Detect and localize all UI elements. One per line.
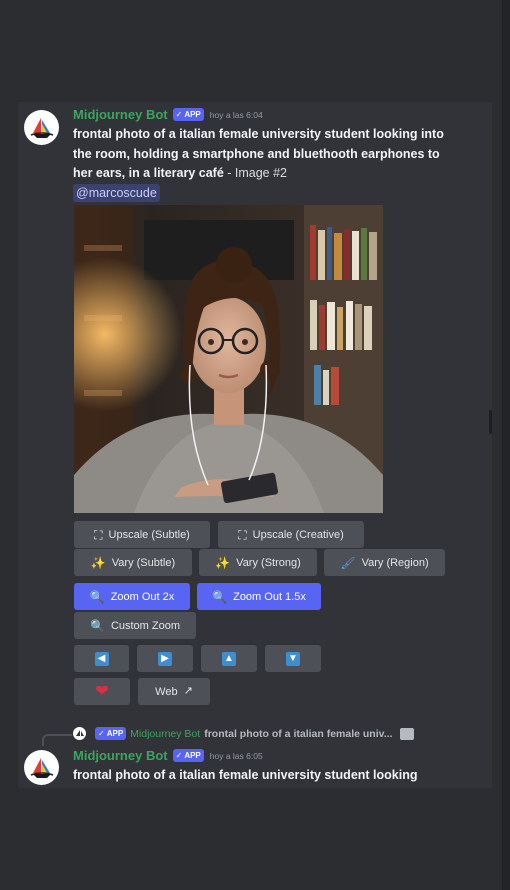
- upscale-subtle-button[interactable]: ⛶ Upscale (Subtle): [74, 521, 210, 548]
- arrow-left-icon: ◀: [94, 651, 109, 666]
- button-label: Upscale (Subtle): [108, 528, 190, 541]
- sailboat-icon: [30, 757, 53, 778]
- button-label: Zoom Out 2x: [110, 590, 175, 603]
- magic-wand-icon: ✨: [215, 555, 231, 570]
- button-label: Vary (Subtle): [111, 556, 176, 569]
- heart-icon: ❤: [95, 682, 109, 700]
- timestamp: hoy a las 6:05: [209, 750, 263, 761]
- magnifier-icon: 🔍: [89, 589, 105, 604]
- zoom-out-1-5x-button[interactable]: 🔍 Zoom Out 1.5x: [197, 583, 321, 610]
- external-link-icon: ↗: [183, 685, 193, 697]
- message-content: frontal photo of a italian female univer…: [73, 766, 453, 786]
- window-edge: [502, 0, 510, 890]
- message-header: Midjourney Bot ✓ APP hoy a las 6:04: [73, 107, 263, 122]
- button-label: Vary (Strong): [236, 556, 301, 569]
- sailboat-icon: [30, 117, 53, 138]
- app-badge: ✓ APP: [172, 108, 204, 121]
- pan-right-button[interactable]: ▶: [137, 645, 193, 672]
- button-label: Vary (Region): [361, 556, 429, 569]
- app-badge: ✓ APP: [95, 727, 127, 740]
- pan-up-button[interactable]: ▲: [201, 645, 257, 672]
- custom-zoom-button[interactable]: 🔍 Custom Zoom: [74, 612, 196, 639]
- button-label: Custom Zoom: [110, 619, 181, 632]
- arrow-up-icon: ▲: [222, 651, 236, 666]
- pan-left-button[interactable]: ◀: [74, 645, 129, 672]
- zoom-out-2x-button[interactable]: 🔍 Zoom Out 2x: [74, 583, 190, 610]
- prev-message-cutoff: [18, 98, 492, 102]
- prompt-text: frontal photo of a italian female univer…: [73, 768, 418, 782]
- check-icon: ✓: [98, 729, 105, 738]
- button-label: Web: [155, 685, 178, 698]
- vary-strong-button[interactable]: ✨ Vary (Strong): [199, 549, 317, 576]
- arrow-down-icon: ▼: [286, 651, 300, 666]
- magnifier-icon: 🔍: [89, 618, 105, 633]
- bot-avatar[interactable]: [24, 110, 59, 145]
- scrollbar[interactable]: [489, 410, 492, 434]
- reply-connector: [42, 734, 72, 746]
- image-icon: [400, 727, 415, 740]
- reply-reference[interactable]: ✓ APP Midjourney Bot frontal photo of a i…: [73, 727, 415, 740]
- app-badge: ✓ APP: [172, 749, 204, 762]
- timestamp: hoy a las 6:04: [209, 109, 263, 120]
- magnifier-icon: 🔍: [212, 589, 228, 604]
- upscale-icon: ⛶: [238, 527, 247, 542]
- generated-image[interactable]: [74, 205, 383, 513]
- message-header: Midjourney Bot ✓ APP hoy a las 6:05: [73, 748, 263, 763]
- button-label: Zoom Out 1.5x: [233, 590, 306, 603]
- pan-down-button[interactable]: ▼: [265, 645, 321, 672]
- reply-text: frontal photo of a italian female univ..…: [204, 727, 393, 740]
- reply-avatar: [73, 727, 86, 740]
- bot-avatar[interactable]: [24, 750, 59, 785]
- user-mention[interactable]: @marcoscude: [73, 184, 160, 202]
- vary-subtle-button[interactable]: ✨ Vary (Subtle): [74, 549, 192, 576]
- upscale-creative-button[interactable]: ⛶ Upscale (Creative): [218, 521, 364, 548]
- vary-region-button[interactable]: 🖌 Vary (Region): [324, 549, 445, 576]
- image-index: - Image #2: [223, 166, 288, 180]
- author-name[interactable]: Midjourney Bot: [73, 748, 168, 763]
- arrow-right-icon: ▶: [158, 651, 172, 666]
- magic-wand-icon: ✨: [90, 555, 106, 570]
- favorite-button[interactable]: ❤: [74, 678, 130, 705]
- brush-icon: 🖌: [340, 555, 356, 570]
- reply-author[interactable]: Midjourney Bot: [130, 728, 200, 740]
- message-content: frontal photo of a italian female univer…: [73, 125, 453, 184]
- check-icon: ✓: [175, 110, 183, 119]
- web-button[interactable]: Web ↗: [138, 678, 210, 705]
- upscale-icon: ⛶: [94, 527, 103, 542]
- button-label: Upscale (Creative): [252, 528, 344, 541]
- check-icon: ✓: [175, 751, 183, 760]
- chat-pane: Midjourney Bot ✓ APP hoy a las 6:04 front…: [18, 98, 492, 788]
- author-name[interactable]: Midjourney Bot: [73, 107, 168, 122]
